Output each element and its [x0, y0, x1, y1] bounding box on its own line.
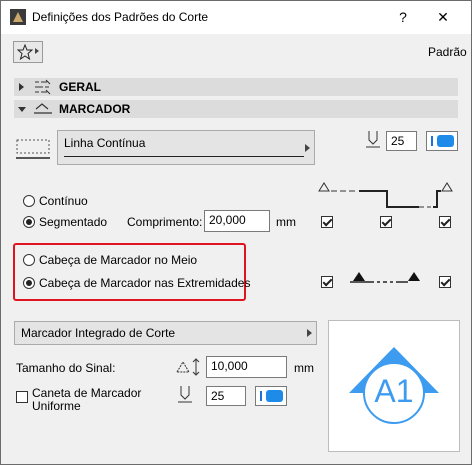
head-middle-label: Cabeça de Marcador no Meio — [39, 253, 198, 267]
line-type-dropdown[interactable]: Linha Contínua — [57, 130, 315, 165]
comprimento-label: Comprimento: — [127, 215, 203, 229]
highlight-box — [13, 243, 246, 301]
star-icon — [17, 44, 33, 60]
marker-type-dropdown[interactable]: Marcador Integrado de Corte — [14, 321, 317, 345]
line-pen-toggle[interactable] — [426, 131, 458, 151]
caneta-uniforme-checkbox[interactable] — [16, 391, 28, 403]
pen-bar-icon — [431, 136, 433, 146]
line-pen-field[interactable]: 25 — [386, 131, 417, 151]
marker-size-icon — [176, 358, 200, 376]
general-settings-icon — [35, 79, 51, 95]
close-button[interactable]: ✕ — [431, 6, 455, 28]
section-marcador-label: MARCADOR — [59, 102, 131, 116]
tamanho-label: Tamanho do Sinal: — [16, 361, 116, 375]
continuo-radio[interactable] — [23, 195, 35, 207]
caneta-label-line1: Caneta de Marcador — [32, 386, 142, 400]
head-ends-radio[interactable] — [23, 277, 35, 289]
line-preview — [64, 156, 304, 157]
segment-diagram — [318, 182, 453, 208]
marker-icon — [34, 103, 52, 114]
help-button[interactable]: ? — [391, 6, 415, 28]
line-type-icon — [16, 139, 50, 159]
head-middle-radio[interactable] — [23, 254, 35, 266]
section-geral-label: GERAL — [59, 80, 101, 94]
head-ends-diagram — [350, 272, 420, 283]
tamanho-unit: mm — [294, 361, 314, 375]
dialog-window: Definições dos Padrões do Corte ? ✕ Padr… — [0, 0, 472, 465]
segment-middle-checkbox[interactable] — [380, 216, 392, 228]
section-marcador-header[interactable]: MARCADOR — [14, 100, 458, 118]
app-icon — [10, 9, 26, 25]
expanded-arrow-icon — [18, 107, 26, 112]
dropdown-arrow-icon — [305, 144, 310, 152]
caneta-label-line2: Uniforme — [32, 399, 81, 413]
marker-type-value: Marcador Integrado de Corte — [21, 326, 176, 340]
segmentado-label: Segmentado — [39, 215, 108, 229]
caneta-pen-toggle[interactable] — [255, 386, 287, 406]
marker-preview: A1 — [328, 320, 460, 452]
pen-color-swatch — [266, 390, 283, 402]
collapsed-arrow-icon — [19, 83, 24, 91]
segmentado-radio[interactable] — [23, 216, 35, 228]
tamanho-field[interactable]: 10,000 — [206, 356, 287, 378]
segment-start-checkbox[interactable] — [321, 216, 333, 228]
continuo-label: Contínuo — [39, 194, 88, 208]
dropdown-arrow-icon — [307, 329, 312, 337]
preview-label: A1 — [374, 373, 414, 409]
title-bar: Definições dos Padrões do Corte ? ✕ — [1, 1, 471, 34]
pen-icon — [366, 131, 380, 148]
pen-bar-icon — [260, 391, 262, 401]
window-title: Definições dos Padrões do Corte — [32, 10, 209, 24]
line-type-value: Linha Contínua — [64, 136, 146, 150]
pen-icon — [178, 386, 192, 403]
favorites-arrow-icon — [35, 48, 39, 54]
head-ends-label: Cabeça de Marcador nas Extremidades — [39, 276, 251, 290]
segment-end-checkbox[interactable] — [439, 216, 451, 228]
default-label: Padrão — [428, 45, 467, 59]
section-geral-header[interactable]: GERAL — [14, 78, 458, 96]
caneta-pen-field[interactable]: 25 — [206, 386, 246, 406]
comprimento-unit: mm — [276, 215, 296, 229]
pen-color-swatch — [437, 135, 454, 147]
favorites-button[interactable] — [13, 41, 43, 63]
head-start-checkbox[interactable] — [321, 276, 333, 288]
head-end-checkbox[interactable] — [439, 276, 451, 288]
comprimento-field[interactable]: 20,000 — [204, 210, 270, 232]
